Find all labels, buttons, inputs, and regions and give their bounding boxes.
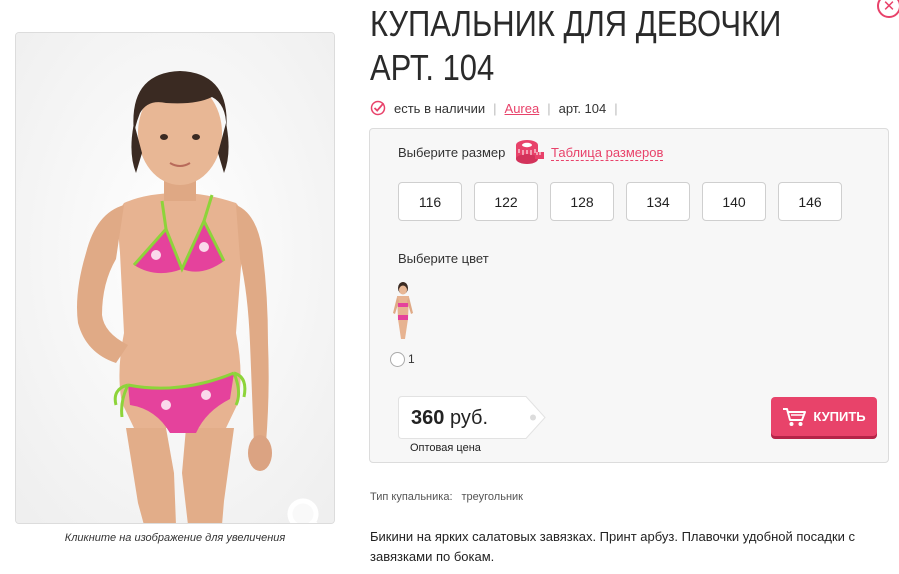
price: 360 руб. [411,407,488,430]
price-note: Оптовая цена [410,442,481,454]
divider: | [493,100,497,116]
product-attribute: Тип купальника: треугольник [370,491,523,503]
size-option-134[interactable]: 134 [626,182,690,221]
buy-button[interactable]: КУПИТЬ [771,397,877,436]
options-panel: Выберите размер Таблица размеров 116 122… [369,128,889,463]
size-label: Выберите размер [398,145,506,160]
close-button[interactable]: ✕ [877,0,899,18]
size-option-146[interactable]: 146 [778,182,842,221]
color-label: Выберите цвет [398,251,489,266]
price-currency: руб. [449,407,489,429]
buy-label: КУПИТЬ [813,409,866,424]
size-option-128[interactable]: 128 [550,182,614,221]
size-option-116[interactable]: 116 [398,182,462,221]
size-option-140[interactable]: 140 [702,182,766,221]
product-title: КУПАЛЬНИК ДЛЯ ДЕВОЧКИ АРТ. 104 [370,3,782,88]
shopping-cart-icon [783,407,807,426]
product-meta: есть в наличии | Aurea | арт. 104 | [370,99,626,117]
product-photo [16,33,334,523]
image-caption: Кликните на изображение для увеличения [64,532,286,544]
color-swatch-thumbnail[interactable] [386,279,420,339]
color-option-number: 1 [408,352,415,366]
article-number: арт. 104 [558,100,607,116]
product-description: Бикини на ярких салатовых завязках. Прин… [370,529,856,564]
brand-link[interactable]: Aurea [505,101,540,116]
size-option-122[interactable]: 122 [474,182,538,221]
measuring-tape-icon[interactable] [515,139,545,165]
divider: | [614,100,618,116]
availability-status: есть в наличии [394,100,486,116]
divider: | [547,100,551,116]
attribute-label: Тип купальника: [370,491,453,503]
color-radio-1[interactable] [390,352,405,367]
size-chart-link[interactable]: Таблица размеров [551,145,664,161]
magnifier-icon[interactable] [282,493,334,524]
close-icon: ✕ [882,0,896,15]
check-circle-icon [370,100,386,116]
price-amount: 360 [411,407,445,429]
product-image[interactable] [15,32,335,524]
attribute-value: треугольник [461,491,523,503]
